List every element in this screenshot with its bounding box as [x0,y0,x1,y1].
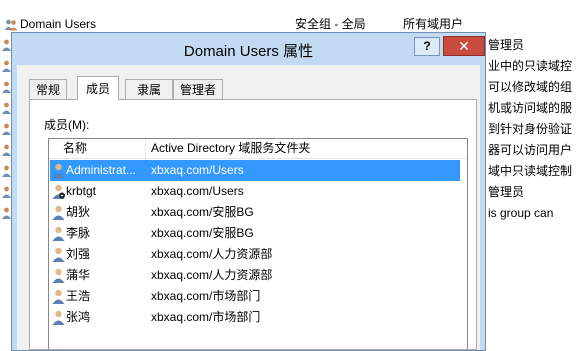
background-description: 到针对身份验证 [488,122,573,136]
member-row[interactable]: krbtgt xbxaq.com/Users [50,181,460,202]
user-icon [2,144,11,156]
user-icon [52,247,65,262]
member-folder: xbxaq.com/人力资源部 [151,268,273,282]
tab-members[interactable]: 成员 [77,76,119,100]
close-button[interactable]: ✕ [443,36,485,56]
member-folder: xbxaq.com/安服BG [151,205,254,219]
member-folder: xbxaq.com/市场部门 [151,310,261,324]
user-icon [2,186,11,198]
member-name: 王浩 [66,289,91,303]
member-row[interactable]: 胡狄 xbxaq.com/安服BG [50,202,460,223]
user-icon [52,268,65,283]
user-icon [52,310,65,325]
member-folder: xbxaq.com/安服BG [151,226,254,240]
member-folder: xbxaq.com/人力资源部 [151,247,273,261]
member-name: 刘强 [66,247,91,261]
member-row[interactable]: 刘强 xbxaq.com/人力资源部 [50,244,460,265]
member-name: Administrat... [66,163,137,177]
disabled-user-icon [52,184,65,199]
member-row[interactable]: 张鸿 xbxaq.com/市场部门 [50,307,460,328]
user-icon [2,123,11,135]
member-name: 胡狄 [66,205,91,219]
column-header-folder[interactable]: Active Directory 域服务文件夹 [151,139,310,158]
user-icon [2,102,11,114]
background-description: is group can [488,206,554,220]
user-icon [2,165,11,177]
column-divider[interactable] [145,139,146,158]
user-icon [52,163,65,178]
properties-dialog: Domain Users 属性 ? ✕ 常规 成员 隶属于 管理者 成员(M):… [11,32,486,351]
member-name: 李脉 [66,226,91,240]
user-icon [52,289,65,304]
background-description: 机或访问域的服 [488,101,573,115]
column-header-name[interactable]: 名称 [63,139,87,158]
background-description: 器可以访问用户 [488,143,573,157]
background-description: 业中的只读域控 [488,59,573,73]
user-icon [52,226,65,241]
member-row[interactable]: Administrat... xbxaq.com/Users [50,160,460,181]
background-description: 管理员 [488,38,525,52]
user-icon [2,39,11,51]
member-row[interactable]: 李脉 xbxaq.com/安服BG [50,223,460,244]
user-icon [2,60,11,72]
user-icon [2,81,11,93]
background-description: 域中只读域控制 [488,164,573,178]
background-description: 管理员 [488,185,525,199]
tab-member-of[interactable]: 隶属于 [125,79,173,117]
dialog-client-area: 常规 成员 隶属于 管理者 成员(M): 名称 Active Directory… [17,65,480,350]
help-button[interactable]: ? [414,37,440,56]
member-folder: xbxaq.com/Users [151,163,244,177]
dialog-titlebar[interactable]: Domain Users 属性 ? ✕ [12,33,485,65]
tab-managed-by[interactable]: 管理者 [173,79,223,99]
member-name: 张鸿 [66,310,91,324]
user-icon [52,205,65,220]
member-folder: xbxaq.com/Users [151,184,244,198]
tab-general[interactable]: 常规 [29,79,67,99]
members-tab-panel: 成员(M): 名称 Active Directory 域服务文件夹 Admini… [29,99,477,350]
group-icon [4,19,18,31]
background-description: 可以修改域的组 [488,80,573,94]
member-name: 蒲华 [66,268,91,282]
member-name: krbtgt [66,184,97,198]
member-row[interactable]: 蒲华 xbxaq.com/人力资源部 [50,265,460,286]
members-label: 成员(M): [44,118,90,132]
member-folder: xbxaq.com/市场部门 [151,289,261,303]
list-header: 名称 Active Directory 域服务文件夹 [49,139,467,159]
members-list[interactable]: 名称 Active Directory 域服务文件夹 Administrat..… [48,138,468,349]
user-icon [2,207,11,219]
member-row[interactable]: 王浩 xbxaq.com/市场部门 [50,286,460,307]
